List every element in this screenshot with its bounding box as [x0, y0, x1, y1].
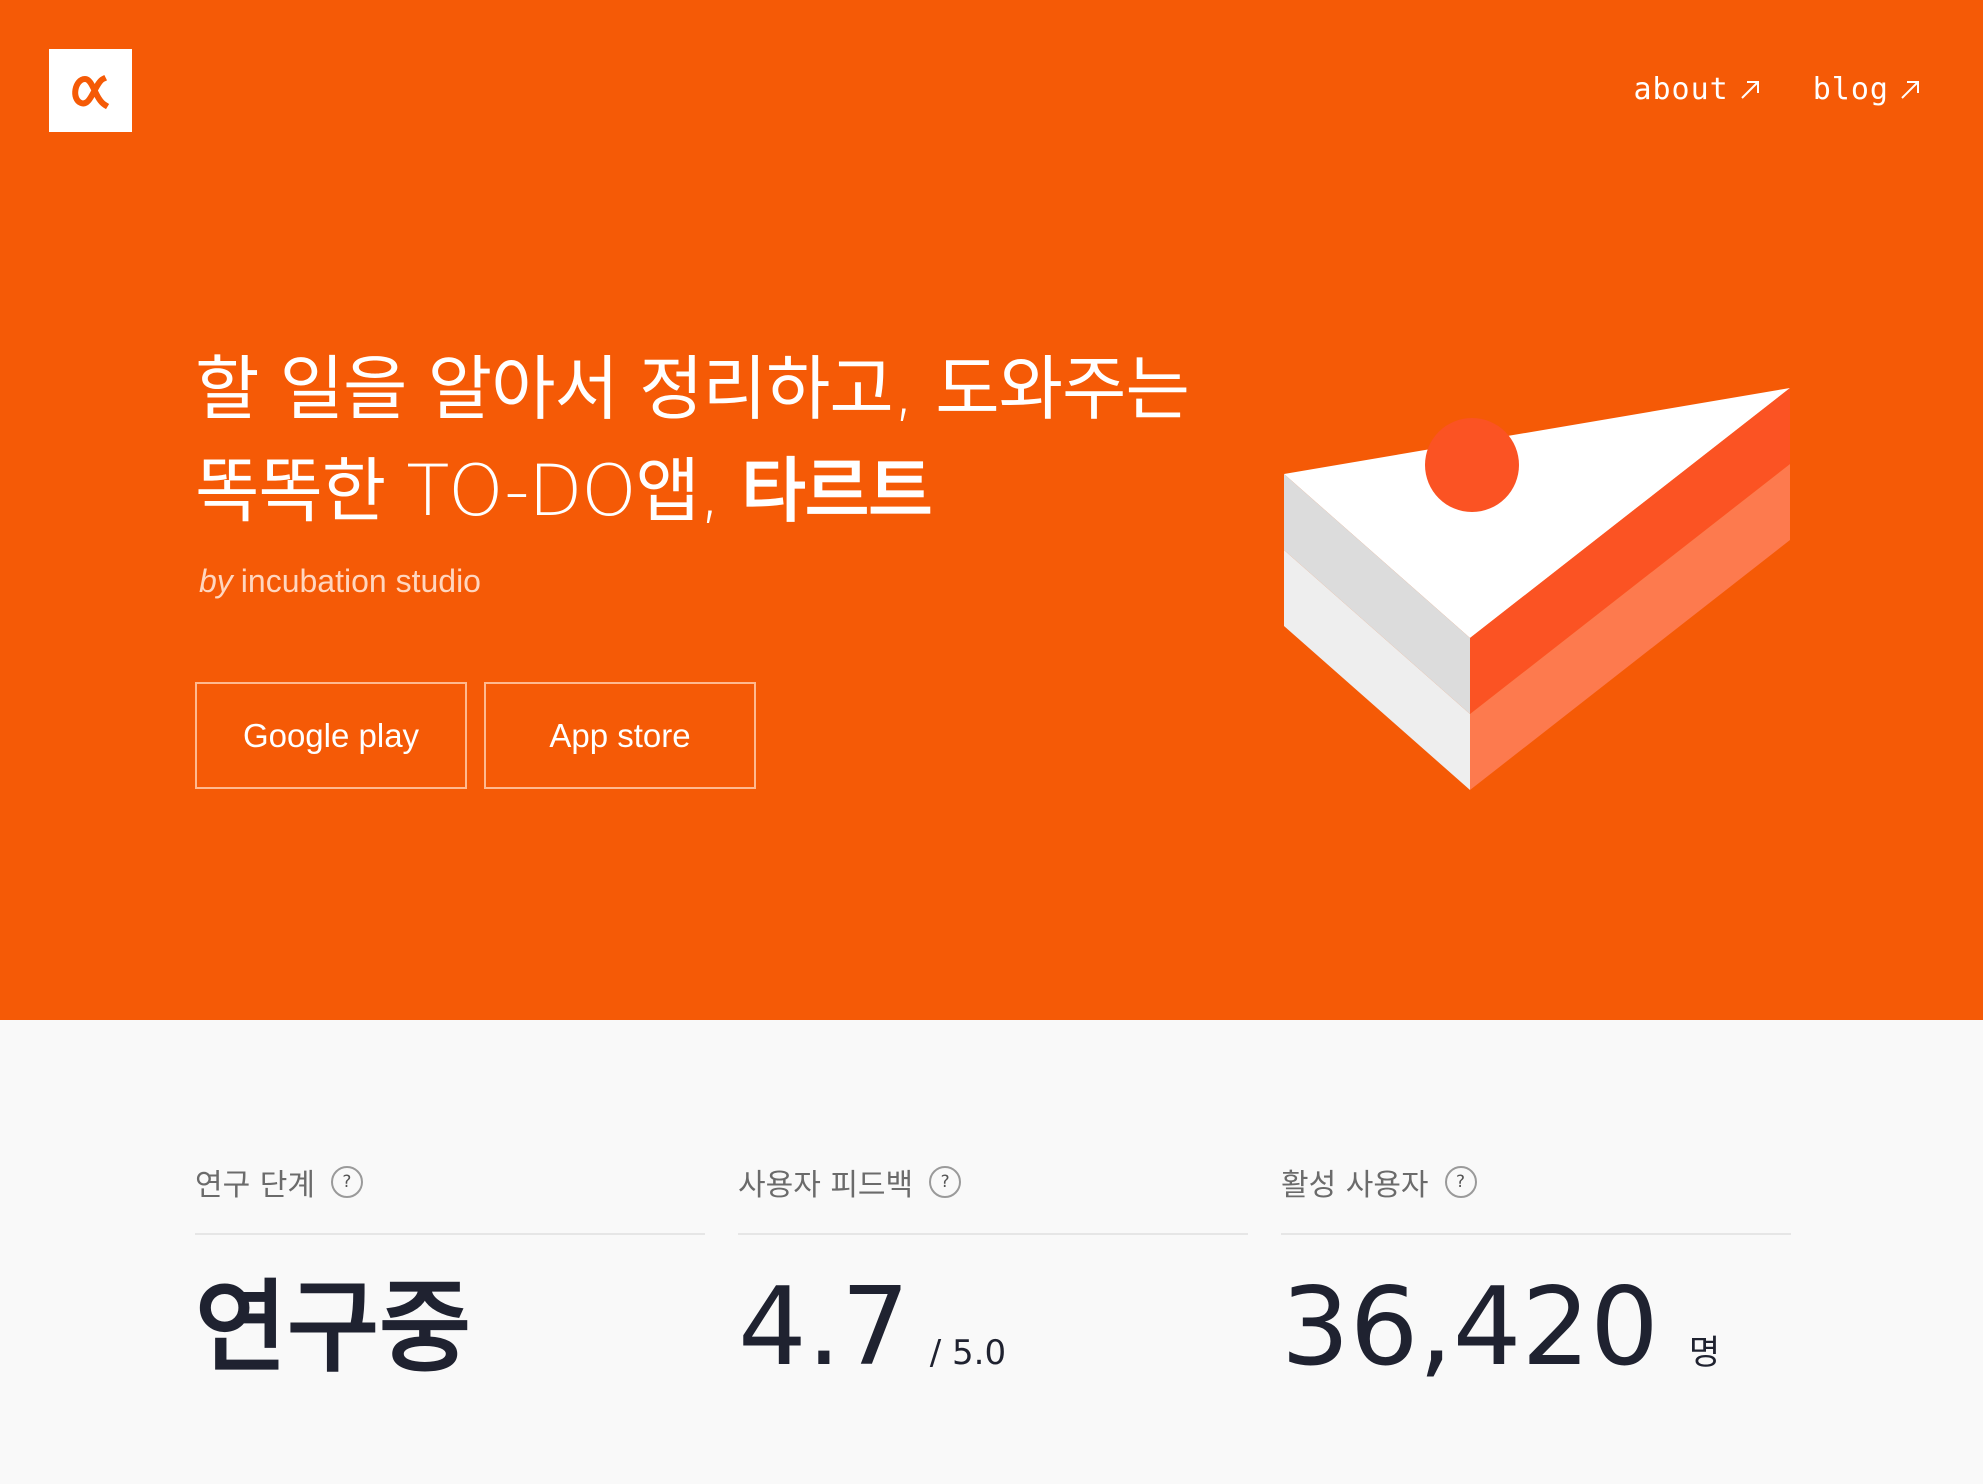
hero-headline: 할 일을 알아서 정리하고, 도와주는 똑똑한 TO-DO앱, 타르트	[195, 338, 1295, 542]
alpha-logo-icon	[71, 74, 109, 109]
divider	[738, 1233, 1248, 1235]
nav-link-about[interactable]: about	[1633, 72, 1760, 107]
stat-value-row: 연구중	[195, 1268, 471, 1388]
stat-header: 연구 단계 ?	[195, 1160, 363, 1204]
byline-prefix: by	[199, 563, 233, 599]
stat-value: 4.7	[738, 1265, 910, 1390]
stat-header: 사용자 피드백 ?	[738, 1160, 962, 1204]
headline-line-2: 똑똑한 TO-DO앱, 타르트	[195, 440, 1295, 542]
headline-line-1: 할 일을 알아서 정리하고, 도와주는	[195, 348, 1190, 430]
headline-line-2-prefix: 똑똑한 TO-DO앱,	[195, 450, 742, 532]
divider	[1281, 1233, 1791, 1235]
store-buttons: Google play App store	[195, 682, 756, 789]
stat-value-row: 36,420 명	[1281, 1268, 1720, 1388]
nav-link-blog[interactable]: blog	[1813, 72, 1921, 107]
stat-suffix: / 5.0	[929, 1333, 1007, 1373]
top-nav: about blog	[1633, 72, 1921, 107]
stat-header: 활성 사용자 ?	[1281, 1160, 1477, 1204]
stat-value: 36,420	[1281, 1265, 1659, 1390]
external-arrow-icon	[1899, 79, 1921, 101]
stat-value-row: 4.7 / 5.0	[738, 1268, 1006, 1388]
stat-label: 연구 단계	[195, 1168, 315, 1203]
stat-value: 연구중	[195, 1269, 471, 1386]
help-icon[interactable]: ?	[330, 1166, 363, 1198]
stat-unit: 명	[1688, 1333, 1721, 1373]
stats-section: 연구 단계 ? 연구중 사용자 피드백 ? 4.7 / 5.0 활성 사용자 ?…	[0, 1020, 1983, 1484]
help-icon[interactable]: ?	[1444, 1166, 1477, 1198]
divider	[195, 1233, 705, 1235]
byline: by incubation studio	[199, 563, 481, 600]
stat-label: 사용자 피드백	[738, 1168, 914, 1203]
stat-label: 활성 사용자	[1281, 1168, 1429, 1203]
google-play-button[interactable]: Google play	[195, 682, 467, 789]
brand-name: 타르트	[741, 450, 932, 532]
byline-studio: incubation studio	[240, 563, 481, 599]
app-store-button[interactable]: App store	[484, 682, 756, 789]
external-arrow-icon	[1739, 79, 1761, 101]
cake-slice-illustration	[1284, 388, 1790, 790]
logo[interactable]	[49, 49, 132, 132]
hero-section: about blog 할 일을 알아서 정리하고, 도와주는 똑똑한 TO-DO…	[0, 0, 1983, 1020]
nav-link-label: about	[1633, 72, 1729, 107]
nav-link-label: blog	[1812, 72, 1889, 107]
help-icon[interactable]: ?	[929, 1166, 962, 1198]
